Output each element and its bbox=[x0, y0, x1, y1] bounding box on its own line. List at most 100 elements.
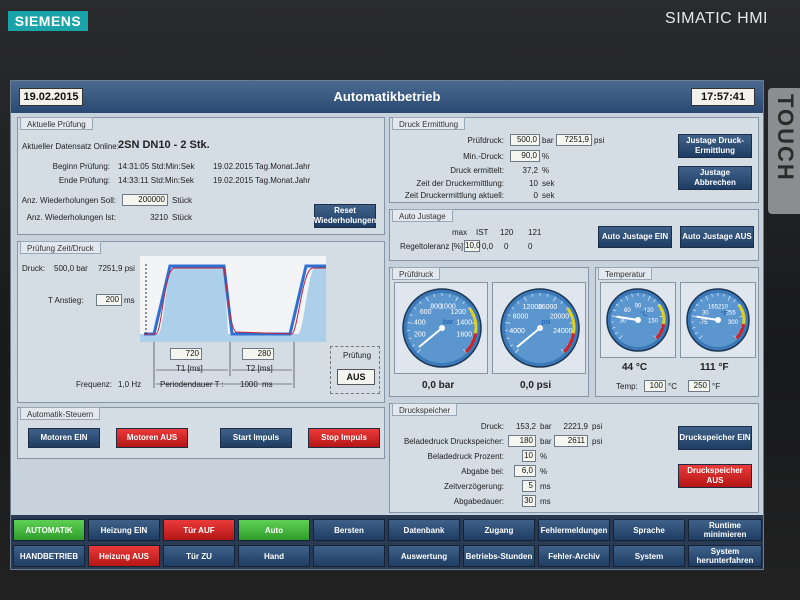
frequenz-label: Frequenz: bbox=[76, 380, 113, 389]
pressure-profile-chart bbox=[140, 256, 326, 342]
gauge-tick-label: 8000 bbox=[513, 313, 529, 320]
zeit-label: Zeit der Druckermittlung: bbox=[416, 179, 504, 188]
druck-ermittlung-panel: Druck Ermittlung Prüfdruck: 500,0 bar 72… bbox=[389, 117, 759, 203]
zeitverz-label: Zeitverzögerung: bbox=[443, 482, 504, 491]
temperature-celsius-gauge: 306090120150°C bbox=[606, 288, 670, 352]
pruefung-label: Prüfung bbox=[343, 351, 372, 360]
t2-field[interactable]: 280 bbox=[242, 348, 274, 360]
nav-auswertung[interactable]: Auswertung bbox=[388, 545, 460, 567]
zeit-akt-value: 0 bbox=[533, 191, 538, 200]
nav-zugang[interactable]: Zugang bbox=[463, 519, 535, 541]
pressure-psi-gauge: 4000800012000160002000024000psi bbox=[500, 288, 580, 368]
pruefdruck-label: Prüfdruck: bbox=[467, 136, 504, 145]
gauge-hub bbox=[635, 317, 641, 323]
abgabe-unit: % bbox=[540, 467, 548, 476]
motoren-ein-button[interactable]: Motoren EIN bbox=[28, 428, 100, 448]
reset-wiederholungen-button[interactable]: Reset Wiederholungen bbox=[314, 204, 376, 228]
regel-field[interactable]: 10,0 bbox=[464, 240, 481, 252]
zeit-akt-label: Zeit Druckermittlung aktuell: bbox=[404, 191, 504, 200]
gauge-tick-label: 1600 bbox=[456, 331, 472, 338]
bar-readout: 0,0 bar bbox=[422, 380, 455, 391]
nav-system-herunterfahren[interactable]: System herunterfahren bbox=[688, 545, 762, 567]
pruefdruck-panel: Prüfdruck 200 400 600 800 1000 1200 1400 1600 ba… bbox=[389, 267, 589, 397]
zeitverz-field[interactable]: 5 bbox=[522, 480, 536, 492]
nav-fehler-archiv[interactable]: Fehler-Archiv bbox=[538, 545, 610, 567]
gauge-tick-label: 30 bbox=[702, 311, 709, 317]
temp-c-field[interactable]: 100 bbox=[644, 380, 666, 392]
belade-prozent-field[interactable]: 10 bbox=[522, 450, 536, 462]
ende-time: 14:33:11 Std:Min:Sek bbox=[118, 176, 194, 185]
druckspeicher-ein-button[interactable]: Druckspeicher EIN bbox=[678, 426, 752, 450]
gauge-tick-label: 1400 bbox=[456, 320, 472, 327]
nav-hand[interactable]: Hand bbox=[238, 545, 310, 567]
t2-label: T2 [ms] bbox=[246, 364, 273, 373]
col-max: max bbox=[452, 228, 468, 237]
bottom-navigation: AUTOMATIK Heizung EIN Tür AUF Auto Berst… bbox=[11, 515, 763, 569]
nav-tuer-auf[interactable]: Tür AUF bbox=[163, 519, 235, 541]
celsius-readout: 44 °C bbox=[622, 362, 648, 373]
ds-druck-unit: bar bbox=[540, 422, 552, 431]
siemens-logo: SIEMENS bbox=[8, 11, 88, 31]
soll-value-field[interactable]: 200000 bbox=[122, 194, 168, 206]
zeitverz-unit: ms bbox=[540, 482, 551, 491]
nav-datenbank[interactable]: Datenbank bbox=[388, 519, 460, 541]
druckspeicher-aus-button[interactable]: Druckspeicher AUS bbox=[678, 464, 752, 488]
auto-justage-aus-button[interactable]: Auto Justage AUS bbox=[680, 226, 754, 248]
touch-label: TOUCH bbox=[768, 88, 800, 214]
nav-runtime-minimieren[interactable]: Runtime minimieren bbox=[688, 519, 762, 541]
automatik-steuern-panel: Automatik-Steuern Motoren EIN Motoren AU… bbox=[17, 407, 385, 459]
pruefdruck-psi-field[interactable]: 7251,9 bbox=[556, 134, 592, 146]
justage-v1: 0,0 bbox=[482, 242, 494, 251]
col-121: 121 bbox=[528, 228, 542, 237]
gauge-tick-label: 90 bbox=[635, 304, 642, 310]
nav-bersten[interactable]: Bersten bbox=[313, 519, 385, 541]
begin-time: 14:31:05 Std:Min:Sek bbox=[118, 162, 195, 171]
justage-abbrechen-button[interactable]: Justage Abbrechen bbox=[678, 166, 752, 190]
gauge-tick-label: 20000 bbox=[550, 313, 570, 320]
abgabe-field[interactable]: 6,0 bbox=[514, 465, 536, 477]
nav-fehlermeldungen[interactable]: Fehlermeldungen bbox=[538, 519, 610, 541]
belade-psi-field[interactable]: 2611 bbox=[554, 435, 588, 447]
begin-label: Beginn Prüfung: bbox=[52, 162, 110, 171]
nav-empty[interactable] bbox=[313, 545, 385, 567]
panel-title: Prüfung Zeit/Druck bbox=[20, 241, 101, 254]
nav-system[interactable]: System bbox=[613, 545, 685, 567]
zeit-akt-unit: sek bbox=[542, 191, 555, 200]
motoren-aus-button[interactable]: Motoren AUS bbox=[116, 428, 188, 448]
nav-automatik[interactable]: AUTOMATIK bbox=[13, 519, 85, 541]
min-druck-field[interactable]: 90,0 bbox=[510, 150, 540, 162]
pruefdruck-psi-unit: psi bbox=[594, 136, 605, 145]
t1-field[interactable]: 720 bbox=[170, 348, 202, 360]
nav-auto[interactable]: Auto bbox=[238, 519, 310, 541]
nav-heizung-aus[interactable]: Heizung AUS bbox=[88, 545, 160, 567]
nav-tuer-zu[interactable]: Tür ZU bbox=[163, 545, 235, 567]
panel-title: Druckspeicher bbox=[392, 403, 458, 416]
start-impuls-button[interactable]: Start Impuls bbox=[220, 428, 292, 448]
pruefdruck-field[interactable]: 500,0 bbox=[510, 134, 540, 146]
begin-date: 19.02.2015 Tag.Monat.Jahr bbox=[213, 162, 311, 171]
auto-justage-ein-button[interactable]: Auto Justage EIN bbox=[598, 226, 672, 248]
stop-impuls-button[interactable]: Stop Impuls bbox=[308, 428, 380, 448]
belade-prozent-label: Beladedruck Prozent: bbox=[427, 452, 505, 461]
abgabedauer-field[interactable]: 30 bbox=[522, 495, 536, 507]
ermittelt-unit: % bbox=[542, 166, 550, 175]
anstieg-field[interactable]: 200 bbox=[96, 294, 122, 306]
druck-bar: 500,0 bar bbox=[54, 264, 88, 273]
nav-sprache[interactable]: Sprache bbox=[613, 519, 685, 541]
temperatur-panel: Temperatur 30 60 90 120 150 °C -75 30 165 210 255… bbox=[595, 267, 759, 397]
belade-label: Beladedruck Druckspeicher: bbox=[403, 437, 504, 446]
nav-betriebs-stunden[interactable]: Betriebs-Stunden bbox=[463, 545, 535, 567]
justage-v2: 0 bbox=[504, 242, 509, 251]
anstieg-unit: ms bbox=[124, 296, 135, 305]
justage-druck-button[interactable]: Justage Druck-Ermittlung bbox=[678, 134, 752, 158]
nav-handbetrieb[interactable]: HANDBETRIEB bbox=[13, 545, 85, 567]
druck-label: Druck: bbox=[22, 264, 46, 273]
temp-f-field[interactable]: 250 bbox=[688, 380, 710, 392]
ende-label: Ende Prüfung: bbox=[58, 176, 110, 185]
ds-druck-psi: 2221,9 bbox=[563, 422, 588, 431]
panel-title: Prüfdruck bbox=[392, 267, 441, 280]
periode-value: 1000 bbox=[240, 380, 258, 389]
belade-field[interactable]: 180 bbox=[508, 435, 536, 447]
nav-heizung-ein[interactable]: Heizung EIN bbox=[88, 519, 160, 541]
gauge-unit: psi bbox=[542, 319, 551, 326]
